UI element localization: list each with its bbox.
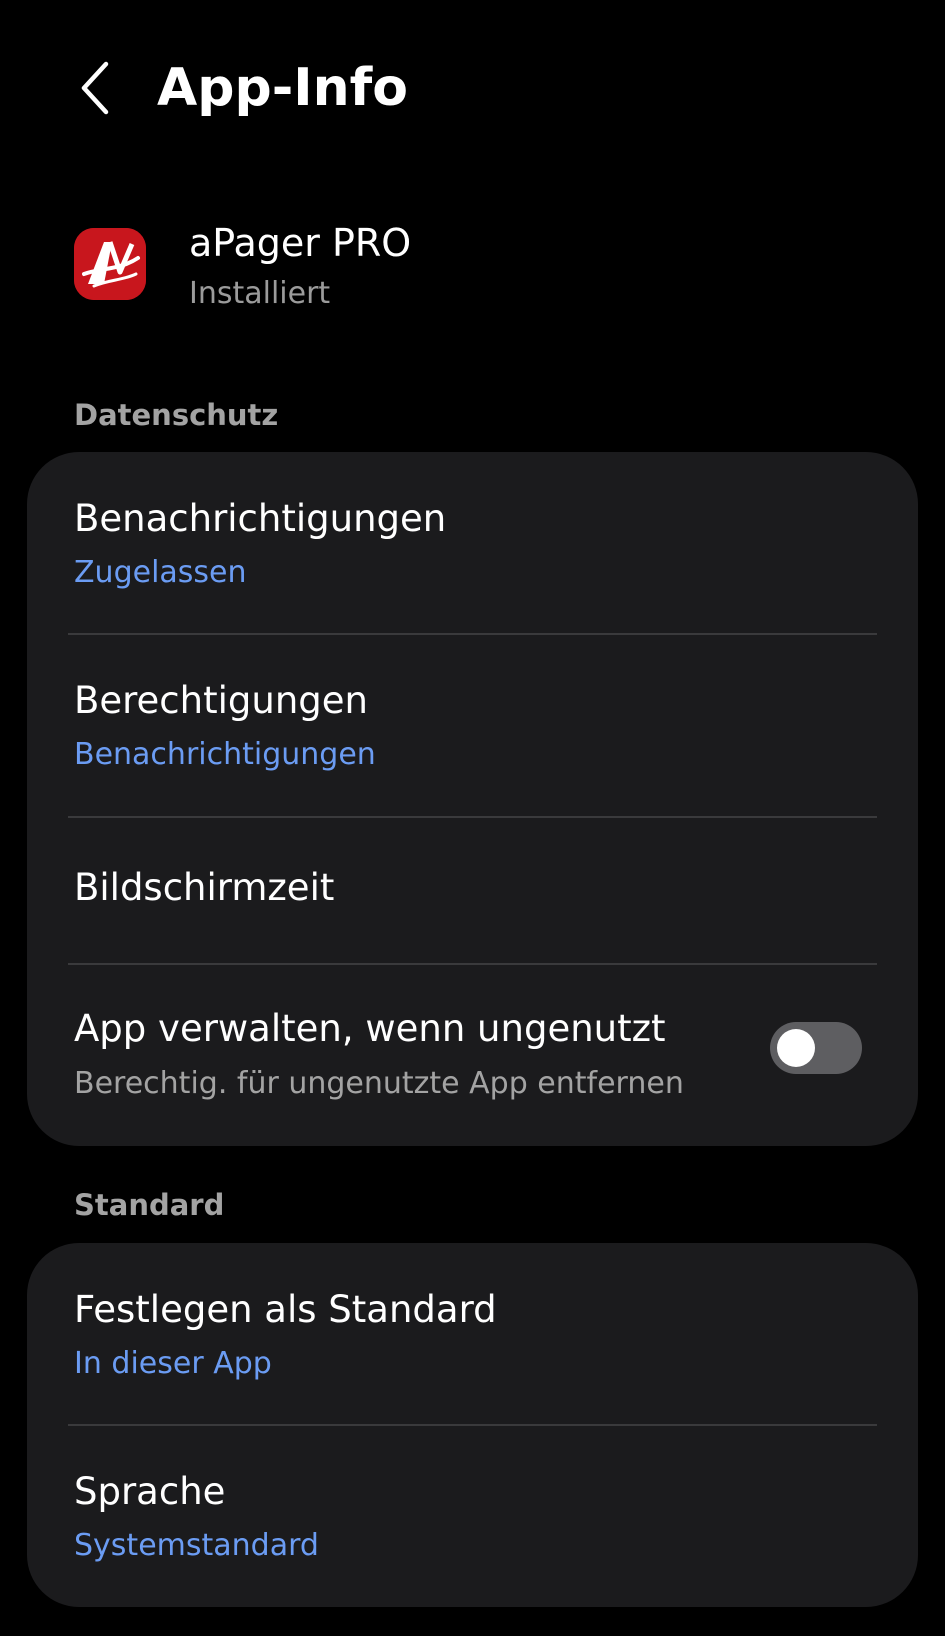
privacy-card: Benachrichtigungen Zugelassen Berechtigu… <box>27 452 918 1146</box>
app-bar: App-Info <box>0 0 945 180</box>
defaults-card: Festlegen als Standard In dieser App Spr… <box>27 1243 918 1607</box>
item-language[interactable]: Sprache Systemstandard <box>27 1425 918 1607</box>
item-set-as-default[interactable]: Festlegen als Standard In dieser App <box>27 1243 918 1425</box>
item-subtitle: Zugelassen <box>74 555 247 590</box>
app-name: aPager PRO <box>189 221 412 265</box>
section-label-defaults: Standard <box>74 1188 225 1222</box>
app-install-status: Installiert <box>189 276 331 311</box>
item-title: Bildschirmzeit <box>74 866 335 909</box>
item-subtitle: Benachrichtigungen <box>74 737 376 772</box>
app-info-row: aPager PRO Installiert <box>0 210 945 330</box>
item-manage-unused-app[interactable]: App verwalten, wenn ungenutzt Berechtig.… <box>27 963 918 1146</box>
back-button[interactable] <box>66 52 122 124</box>
item-title: Berechtigungen <box>74 679 368 722</box>
section-label-privacy: Datenschutz <box>74 398 279 432</box>
item-screen-time[interactable]: Bildschirmzeit <box>27 817 918 963</box>
item-permissions[interactable]: Berechtigungen Benachrichtigungen <box>27 634 918 817</box>
item-subtitle: In dieser App <box>74 1346 272 1381</box>
item-subtitle: Berechtig. für ungenutzte App entfernen <box>74 1066 684 1101</box>
item-notifications[interactable]: Benachrichtigungen Zugelassen <box>27 452 918 634</box>
item-subtitle: Systemstandard <box>74 1528 319 1563</box>
item-title: Sprache <box>74 1470 226 1513</box>
item-title: Benachrichtigungen <box>74 497 447 540</box>
page-title: App-Info <box>157 58 408 118</box>
item-title: Festlegen als Standard <box>74 1288 497 1331</box>
manage-unused-toggle[interactable] <box>770 1022 862 1074</box>
item-title: App verwalten, wenn ungenutzt <box>74 1007 666 1050</box>
apager-logo-icon <box>74 228 146 300</box>
chevron-left-icon <box>81 61 109 115</box>
toggle-knob <box>777 1029 815 1067</box>
